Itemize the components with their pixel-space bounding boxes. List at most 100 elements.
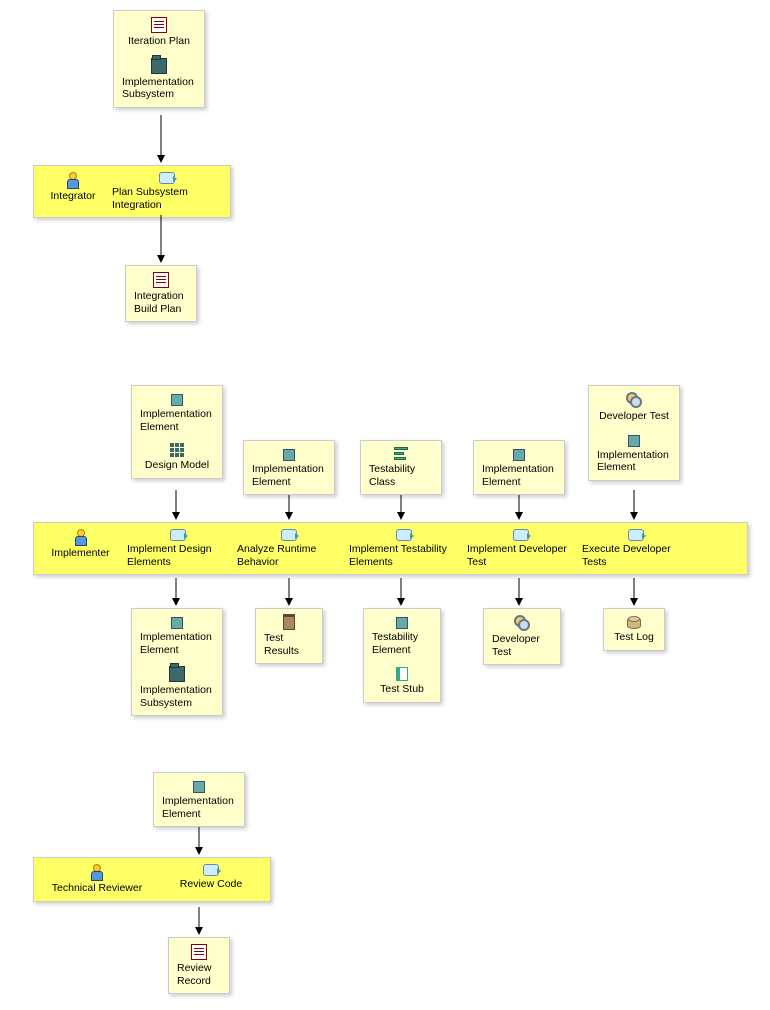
task-analyze-runtime-behavior: Analyze Runtime Behavior [233, 527, 345, 570]
artifact-review-record: Review Record [173, 942, 225, 989]
label: Implementation Element [162, 795, 236, 820]
document-icon [151, 17, 167, 33]
label: Implement Testability Elements [349, 543, 459, 568]
label: Review Code [180, 878, 242, 891]
output-col-3: Developer Test [483, 608, 561, 665]
element-icon [171, 617, 183, 629]
package-icon [151, 58, 167, 74]
artifact: Implementation Element [593, 431, 675, 476]
activity-icon [170, 529, 186, 541]
model-icon [170, 443, 184, 457]
gears-icon [626, 392, 642, 408]
connector [155, 215, 167, 265]
stub-icon [396, 667, 408, 681]
label: Developer Test [492, 633, 552, 658]
output-node-review-record: Review Record [168, 937, 230, 994]
element-icon [628, 435, 640, 447]
input-node-review: Implementation Element [153, 772, 245, 827]
label: Implementation Subsystem [122, 76, 196, 101]
role-implementer: Implementer [38, 527, 123, 562]
document-icon [191, 944, 207, 960]
label: Iteration Plan [128, 35, 190, 48]
label: Execute Developer Tests [582, 543, 689, 568]
artifact: Developer Test [593, 390, 675, 425]
artifact: Testability Class [365, 445, 437, 490]
artifact: Test Log [608, 613, 660, 646]
label: Implementer [51, 547, 109, 560]
connector [283, 578, 295, 608]
task-implement-design-elements: Implement Design Elements [123, 527, 233, 570]
label: Integration Build Plan [134, 290, 188, 315]
activity-icon [159, 172, 175, 184]
artifact: Testability Element [368, 613, 436, 658]
connector [170, 578, 182, 608]
label: Implementation Element [252, 463, 326, 488]
package-icon [169, 666, 185, 682]
label: Integrator [51, 190, 96, 203]
element-icon [513, 449, 525, 461]
label: Implementation Element [482, 463, 556, 488]
input-col-0: Implementation Element Design Model [131, 385, 223, 479]
connector [513, 495, 525, 522]
results-icon [283, 616, 295, 630]
class-icon [394, 447, 408, 461]
input-col-3: Implementation Element [473, 440, 565, 495]
artifact-iteration-plan: Iteration Plan [118, 15, 200, 50]
activity-plan-subsystem-integration[interactable]: Integrator Plan Subsystem Integration [33, 165, 231, 218]
task-implement-testability-elements: Implement Testability Elements [345, 527, 463, 570]
activity-icon [513, 529, 529, 541]
input-col-4: Developer Test Implementation Element [588, 385, 680, 481]
connector [283, 495, 295, 522]
artifact-impl-subsystem: Implementation Subsystem [118, 56, 200, 103]
label: Technical Reviewer [52, 882, 142, 895]
document-icon [153, 272, 169, 288]
label: Implementation Element [140, 408, 214, 433]
activity-review-code[interactable]: Technical Reviewer Review Code [33, 857, 271, 902]
person-icon [89, 864, 105, 880]
label: Review Record [177, 962, 221, 987]
connector [513, 578, 525, 608]
input-col-2: Testability Class [360, 440, 442, 495]
person-icon [73, 529, 89, 545]
label: Plan Subsystem Integration [112, 186, 222, 211]
artifact: Implementation Subsystem [136, 664, 218, 711]
task-review-code: Review Code [156, 862, 266, 893]
label: Developer Test [599, 410, 669, 423]
task-plan-subsystem-integration: Plan Subsystem Integration [108, 170, 226, 213]
task-implement-developer-test: Implement Developer Test [463, 527, 578, 570]
artifact: Design Model [136, 441, 218, 474]
element-icon [283, 449, 295, 461]
element-icon [396, 617, 408, 629]
artifact: Test Stub [368, 664, 436, 698]
element-icon [171, 394, 183, 406]
label: Testability Class [369, 463, 433, 488]
output-col-1: Test Results [255, 608, 323, 664]
label: Implement Design Elements [127, 543, 229, 568]
role-technical-reviewer: Technical Reviewer [38, 862, 156, 897]
label: Test Results [264, 632, 314, 657]
artifact-integration-build-plan: Integration Build Plan [130, 270, 192, 317]
output-col-0: Implementation Element Implementation Su… [131, 608, 223, 716]
input-col-1: Implementation Element [243, 440, 335, 495]
label: Implement Developer Test [467, 543, 574, 568]
artifact: Implementation Element [478, 445, 560, 490]
log-icon [627, 617, 641, 629]
activity-icon [628, 529, 644, 541]
activity-lane-implementer[interactable]: Implementer Implement Design Elements An… [33, 522, 748, 575]
label: Test Log [614, 631, 654, 644]
output-col-2: Testability Element Test Stub [363, 608, 441, 703]
connector [395, 495, 407, 522]
label: Implementation Subsystem [140, 684, 214, 709]
connector [155, 115, 167, 165]
element-icon [193, 781, 205, 793]
artifact: Implementation Element [158, 777, 240, 822]
connector [628, 578, 640, 608]
connector [170, 490, 182, 522]
label: Testability Element [372, 631, 432, 656]
activity-icon [203, 864, 219, 876]
output-col-4: Test Log [603, 608, 665, 651]
connector [395, 578, 407, 608]
artifact: Test Results [260, 613, 318, 659]
person-icon [65, 172, 81, 188]
activity-icon [281, 529, 297, 541]
